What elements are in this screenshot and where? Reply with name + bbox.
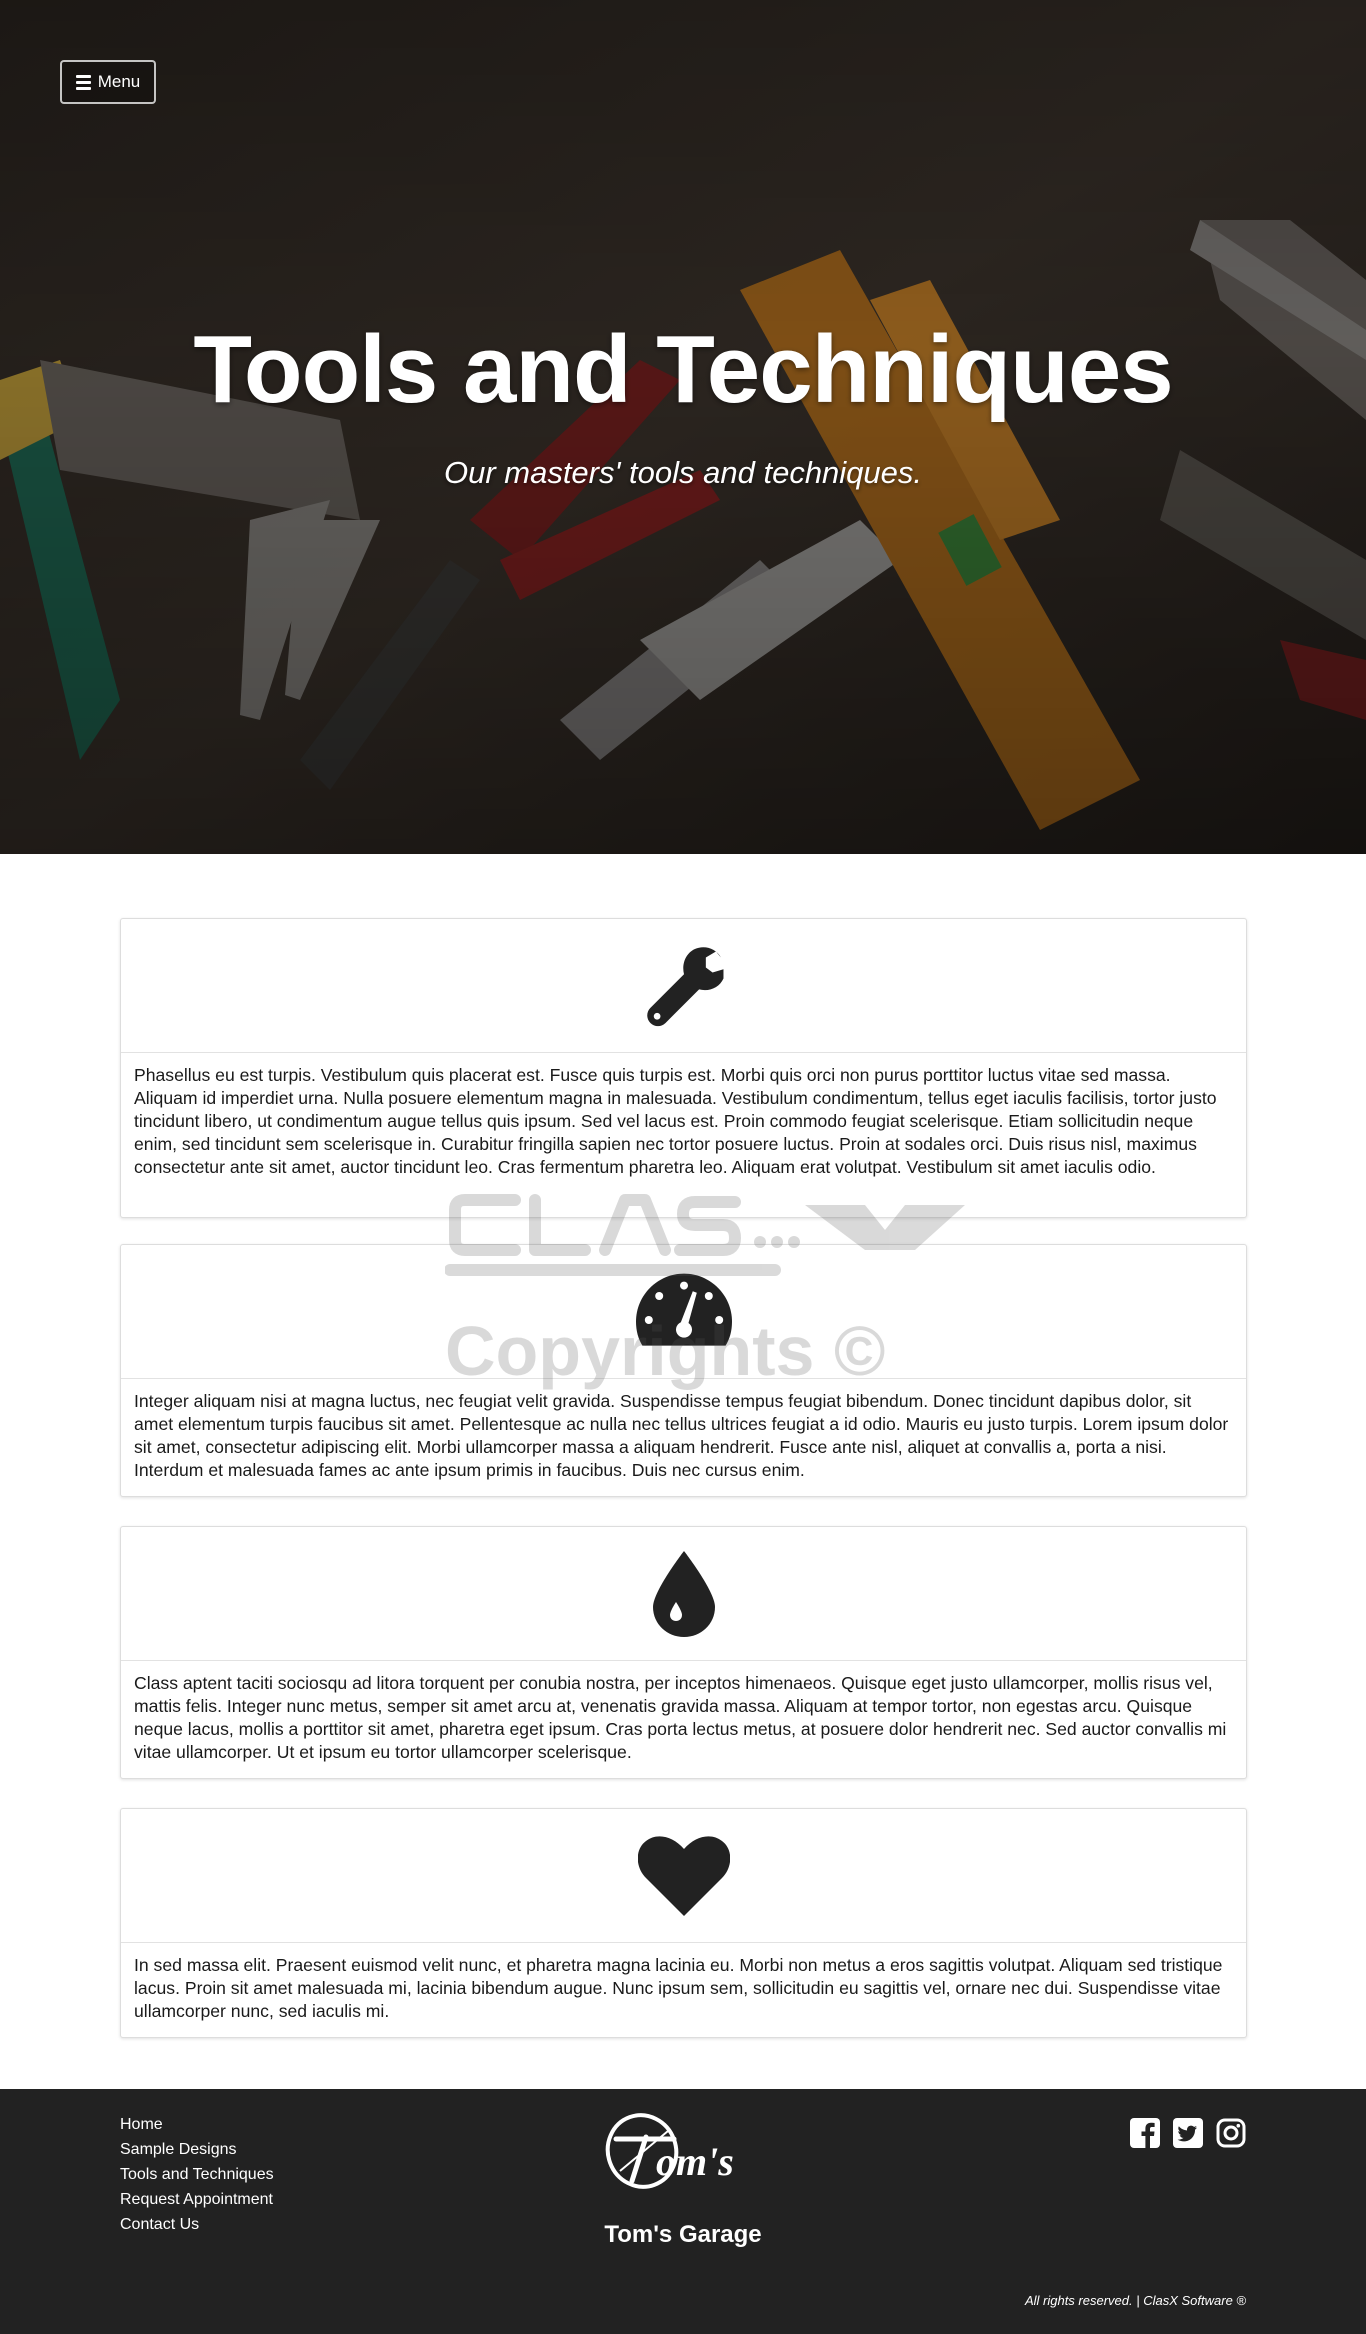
- footer-nav-item: Sample Designs: [120, 2137, 274, 2162]
- oil-drop-icon: [652, 1550, 715, 1637]
- copyright-text: All rights reserved. | ClasX Software ®: [1024, 2293, 1246, 2308]
- feature-card-wrench: Phasellus eu est turpis. Vestibulum quis…: [120, 918, 1247, 1218]
- footer-nav: Home Sample Designs Tools and Techniques…: [120, 2112, 274, 2237]
- hero-section: Menu Tools and Techniques Our masters' t…: [0, 0, 1366, 854]
- menu-button[interactable]: Menu: [60, 60, 156, 104]
- social-links: [1130, 2118, 1246, 2148]
- heart-icon: [637, 1835, 730, 1916]
- brand-name: Tom's Garage: [604, 2221, 762, 2248]
- menu-button-label: Menu: [97, 72, 141, 91]
- twitter-icon[interactable]: [1173, 2118, 1203, 2148]
- footer-nav-item: Home: [120, 2112, 274, 2137]
- card-text: Phasellus eu est turpis. Vestibulum quis…: [134, 1065, 1217, 1177]
- wrench-icon: [646, 946, 723, 1026]
- footer-nav-item: Tools and Techniques: [120, 2162, 274, 2187]
- feature-card-heart: In sed massa elit. Praesent euismod veli…: [120, 1808, 1247, 2038]
- feature-card-oil-drop: Class aptent taciti sociosqu ad litora t…: [120, 1526, 1247, 1779]
- card-text: In sed massa elit. Praesent euismod veli…: [134, 1955, 1223, 2021]
- facebook-icon[interactable]: [1130, 2118, 1160, 2148]
- footer-nav-item: Request Appointment: [120, 2187, 274, 2212]
- footer-link-tools-techniques[interactable]: Tools and Techniques: [120, 2166, 274, 2183]
- feature-card-tachometer: Integer aliquam nisi at magna luctus, ne…: [120, 1244, 1247, 1497]
- card-text: Class aptent taciti sociosqu ad litora t…: [134, 1673, 1227, 1762]
- instagram-icon[interactable]: [1216, 2118, 1246, 2148]
- toms-garage-logo[interactable]: om's: [602, 2109, 762, 2193]
- bars-icon: [75, 74, 91, 90]
- card-icon-area: [121, 1809, 1246, 1943]
- card-icon-area: [121, 1245, 1246, 1379]
- footer-link-home[interactable]: Home: [120, 2116, 163, 2133]
- hero-overlay: [0, 0, 1366, 854]
- page-title: Tools and Techniques: [193, 316, 1173, 423]
- card-icon-area: [121, 919, 1246, 1053]
- footer-link-request-appointment[interactable]: Request Appointment: [120, 2191, 273, 2208]
- card-text: Integer aliquam nisi at magna luctus, ne…: [134, 1391, 1229, 1480]
- card-icon-area: [121, 1527, 1246, 1661]
- tachometer-icon: [635, 1273, 732, 1346]
- footer: Home Sample Designs Tools and Techniques…: [0, 2089, 1366, 2334]
- footer-link-sample-designs[interactable]: Sample Designs: [120, 2141, 237, 2158]
- logo-text: om's: [656, 2139, 734, 2184]
- page-subtitle: Our masters' tools and techniques.: [443, 455, 923, 490]
